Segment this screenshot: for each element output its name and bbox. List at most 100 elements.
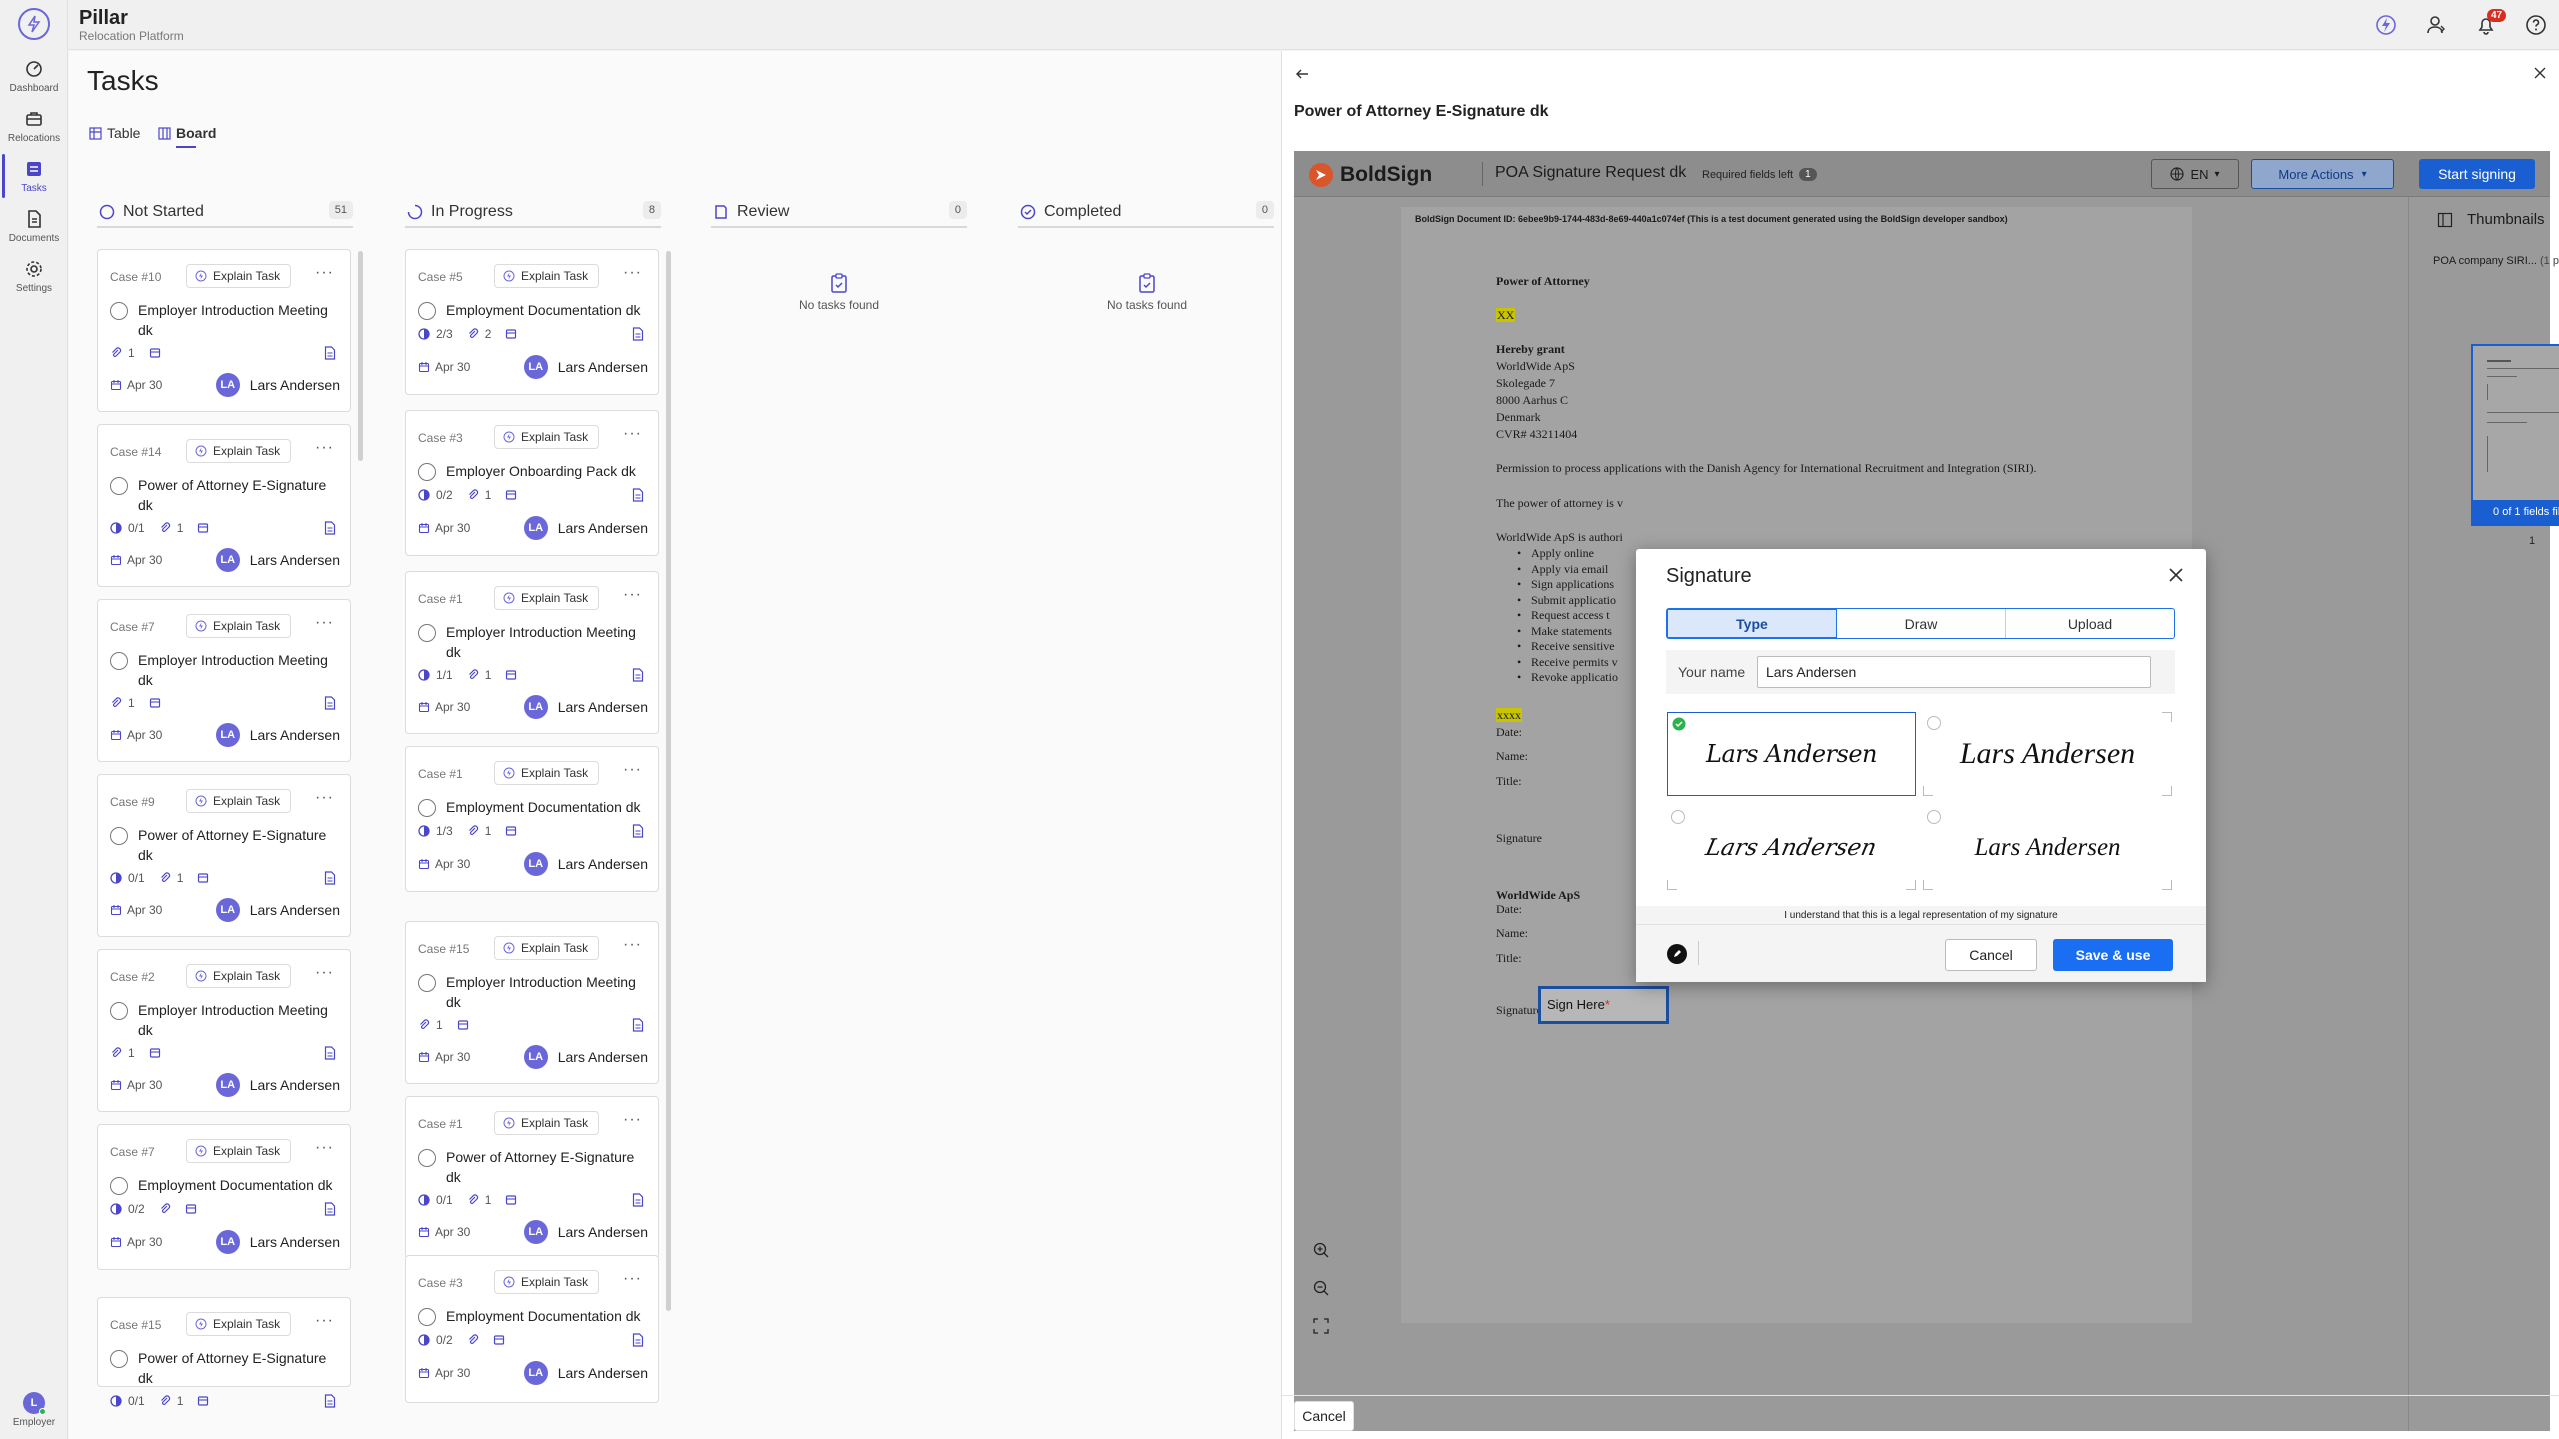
assignee[interactable]: LA Lars Andersen xyxy=(523,1361,648,1385)
back-arrow-icon[interactable] xyxy=(1294,66,1310,82)
rail-documents[interactable]: Documents xyxy=(0,208,68,244)
fit-page-icon[interactable] xyxy=(1312,1317,1330,1335)
user-switch-icon[interactable] xyxy=(2423,12,2449,38)
task-card[interactable]: Case #1 Explain Task ··· Employment Docu… xyxy=(405,746,659,892)
document-icon[interactable] xyxy=(632,1333,644,1347)
rail-settings[interactable]: Settings xyxy=(0,258,68,294)
more-options-icon[interactable]: ··· xyxy=(315,439,334,457)
document-icon[interactable] xyxy=(632,1193,644,1207)
document-icon[interactable] xyxy=(324,521,336,535)
signature-option-1[interactable]: Lars Andersen xyxy=(1667,712,1916,796)
complete-checkbox[interactable] xyxy=(110,1002,128,1020)
more-options-icon[interactable]: ··· xyxy=(315,1139,334,1157)
complete-checkbox[interactable] xyxy=(418,624,436,642)
task-card[interactable]: Case #10 Explain Task ··· Employer Intro… xyxy=(97,249,351,412)
complete-checkbox[interactable] xyxy=(418,1149,436,1167)
task-card[interactable]: Case #15 Explain Task ··· Employer Intro… xyxy=(405,921,659,1084)
pillar-logo-icon[interactable] xyxy=(18,8,50,40)
more-options-icon[interactable]: ··· xyxy=(623,425,642,443)
complete-checkbox[interactable] xyxy=(418,302,436,320)
explain-task-button[interactable]: Explain Task xyxy=(494,1270,600,1294)
sign-here-field[interactable]: Sign Here* xyxy=(1538,986,1669,1024)
explain-task-button[interactable]: Explain Task xyxy=(494,936,600,960)
document-icon[interactable] xyxy=(324,1394,336,1408)
more-options-icon[interactable]: ··· xyxy=(315,964,334,982)
task-card[interactable]: Case #1 Explain Task ··· Power of Attorn… xyxy=(405,1096,659,1259)
explain-task-button[interactable]: Explain Task xyxy=(186,789,292,813)
assignee[interactable]: LA Lars Andersen xyxy=(523,516,648,540)
task-card[interactable]: Case #3 Explain Task ··· Employment Docu… xyxy=(405,1255,659,1403)
complete-checkbox[interactable] xyxy=(110,652,128,670)
assignee[interactable]: LA Lars Andersen xyxy=(215,723,340,747)
document-icon[interactable] xyxy=(324,1202,336,1216)
document-icon[interactable] xyxy=(632,327,644,341)
tab-draw[interactable]: Draw xyxy=(1837,609,2006,638)
more-options-icon[interactable]: ··· xyxy=(315,614,334,632)
document-icon[interactable] xyxy=(324,346,336,360)
explain-task-button[interactable]: Explain Task xyxy=(186,1139,292,1163)
zoom-in-icon[interactable] xyxy=(1312,1241,1330,1259)
document-icon[interactable] xyxy=(632,668,644,682)
complete-checkbox[interactable] xyxy=(110,477,128,495)
more-options-icon[interactable]: ··· xyxy=(623,586,642,604)
page-thumbnail[interactable]: 0 of 1 fields filled xyxy=(2471,344,2559,526)
thumbnails-icon[interactable] xyxy=(2437,212,2453,228)
complete-checkbox[interactable] xyxy=(418,1308,436,1326)
explain-task-button[interactable]: Explain Task xyxy=(494,425,600,449)
cancel-button[interactable]: Cancel xyxy=(1294,1401,1354,1431)
document-icon[interactable] xyxy=(632,1018,644,1032)
assignee[interactable]: LA Lars Andersen xyxy=(215,1230,340,1254)
signature-option-2[interactable]: Lars Andersen xyxy=(1923,712,2172,796)
assignee[interactable]: LA Lars Andersen xyxy=(523,1045,648,1069)
explain-task-button[interactable]: Explain Task xyxy=(494,586,600,610)
task-card[interactable]: Case #2 Explain Task ··· Employer Introd… xyxy=(97,949,351,1112)
task-card[interactable]: Case #7 Explain Task ··· Employer Introd… xyxy=(97,599,351,762)
assignee[interactable]: LA Lars Andersen xyxy=(523,1220,648,1244)
explain-task-button[interactable]: Explain Task xyxy=(494,761,600,785)
document-icon[interactable] xyxy=(632,824,644,838)
task-card[interactable]: Case #7 Explain Task ··· Employment Docu… xyxy=(97,1124,351,1270)
explain-task-button[interactable]: Explain Task xyxy=(186,614,292,638)
rail-relocations[interactable]: Relocations xyxy=(0,108,68,144)
tab-upload[interactable]: Upload xyxy=(2006,609,2174,638)
scrollbar[interactable] xyxy=(358,251,363,461)
assistant-icon[interactable] xyxy=(2373,12,2399,38)
document-icon[interactable] xyxy=(324,696,336,710)
more-options-icon[interactable]: ··· xyxy=(623,1111,642,1129)
tab-type[interactable]: Type xyxy=(1667,609,1837,638)
complete-checkbox[interactable] xyxy=(110,302,128,320)
language-select[interactable]: EN ▾ xyxy=(2151,159,2239,189)
explain-task-button[interactable]: Explain Task xyxy=(186,439,292,463)
assignee[interactable]: LA Lars Andersen xyxy=(523,695,648,719)
assignee[interactable]: LA Lars Andersen xyxy=(215,548,340,572)
complete-checkbox[interactable] xyxy=(110,827,128,845)
task-card[interactable]: Case #15 Explain Task ··· Power of Attor… xyxy=(97,1297,351,1408)
explain-task-button[interactable]: Explain Task xyxy=(494,1111,600,1135)
document-icon[interactable] xyxy=(632,488,644,502)
more-actions-button[interactable]: More Actions ▾ xyxy=(2251,159,2394,189)
notifications-bell-icon[interactable]: 47 xyxy=(2473,9,2507,38)
more-options-icon[interactable]: ··· xyxy=(623,1270,642,1288)
close-modal-icon[interactable] xyxy=(2168,567,2184,583)
rail-user[interactable]: L Employer xyxy=(0,1392,68,1428)
assignee[interactable]: LA Lars Andersen xyxy=(523,852,648,876)
assignee[interactable]: LA Lars Andersen xyxy=(215,1073,340,1097)
explain-task-button[interactable]: Explain Task xyxy=(186,964,292,988)
assignee[interactable]: LA Lars Andersen xyxy=(523,355,648,379)
more-options-icon[interactable]: ··· xyxy=(315,1312,334,1330)
assignee[interactable]: LA Lars Andersen xyxy=(215,898,340,922)
your-name-input[interactable] xyxy=(1757,656,2151,688)
document-icon[interactable] xyxy=(324,871,336,885)
complete-checkbox[interactable] xyxy=(418,974,436,992)
scrollbar[interactable] xyxy=(666,251,671,1311)
save-and-use-button[interactable]: Save & use xyxy=(2053,939,2173,971)
task-card[interactable]: Case #14 Explain Task ··· Power of Attor… xyxy=(97,424,351,587)
help-icon[interactable] xyxy=(2523,12,2549,38)
rail-tasks[interactable]: Tasks xyxy=(0,154,68,198)
more-options-icon[interactable]: ··· xyxy=(623,936,642,954)
task-card[interactable]: Case #9 Explain Task ··· Power of Attorn… xyxy=(97,774,351,937)
explain-task-button[interactable]: Explain Task xyxy=(186,1312,292,1336)
more-options-icon[interactable]: ··· xyxy=(315,264,334,282)
task-card[interactable]: Case #1 Explain Task ··· Employer Introd… xyxy=(405,571,659,734)
more-options-icon[interactable]: ··· xyxy=(315,789,334,807)
